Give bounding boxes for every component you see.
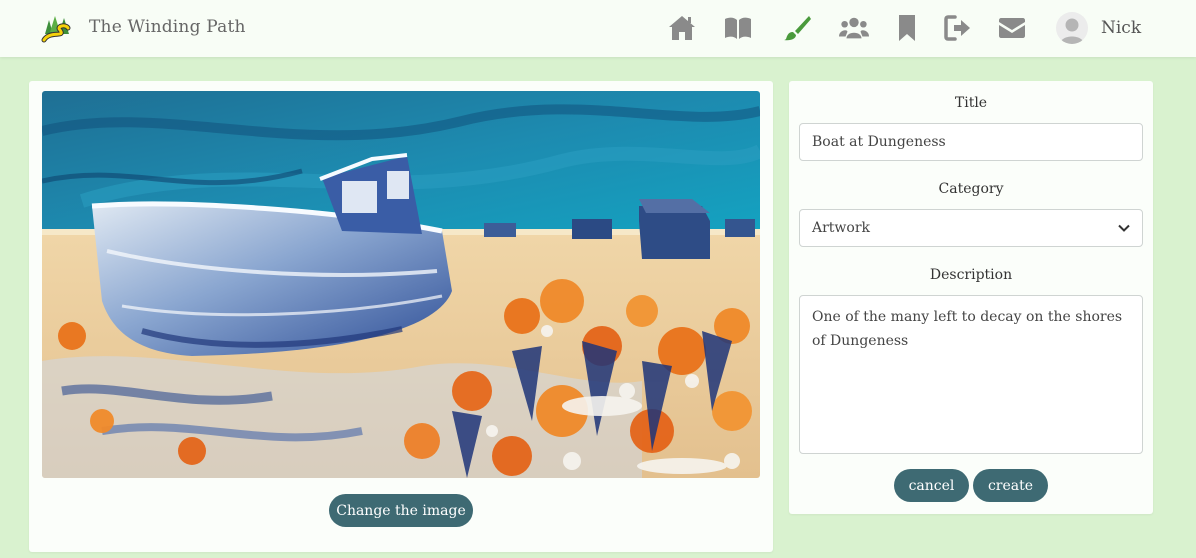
bookmark-icon[interactable]: [891, 13, 923, 43]
cancel-button[interactable]: cancel: [894, 469, 969, 502]
description-textarea[interactable]: One of the many left to decay on the sho…: [799, 295, 1143, 454]
user-name: Nick: [1101, 18, 1142, 38]
top-navbar: The Winding Path Nick: [0, 0, 1196, 57]
image-panel: Change the image: [29, 81, 773, 552]
envelope-icon[interactable]: [996, 13, 1028, 43]
avatar: [1056, 12, 1088, 44]
title-label: Title: [954, 95, 988, 111]
home-icon[interactable]: [666, 13, 698, 43]
create-button[interactable]: create: [973, 469, 1048, 502]
form-panel: Title Category Artwork Description One o…: [789, 81, 1153, 514]
paintbrush-icon[interactable]: [781, 13, 813, 43]
user-menu[interactable]: Nick: [1056, 11, 1141, 45]
sign-out-icon[interactable]: [942, 13, 974, 43]
title-input[interactable]: [799, 123, 1143, 161]
book-icon[interactable]: [722, 13, 754, 43]
brand-name[interactable]: The Winding Path: [89, 17, 246, 37]
category-selected-value: Artwork: [812, 220, 871, 236]
description-label: Description: [929, 267, 1013, 283]
category-label: Category: [938, 181, 1004, 197]
chevron-down-icon: [1118, 224, 1130, 232]
user-silhouette-icon: [1060, 18, 1084, 44]
category-select[interactable]: Artwork: [799, 209, 1143, 247]
winding-path-logo-icon[interactable]: [40, 12, 74, 46]
users-icon[interactable]: [838, 13, 870, 43]
artwork-image: [42, 91, 760, 478]
change-image-button[interactable]: Change the image: [329, 494, 473, 527]
